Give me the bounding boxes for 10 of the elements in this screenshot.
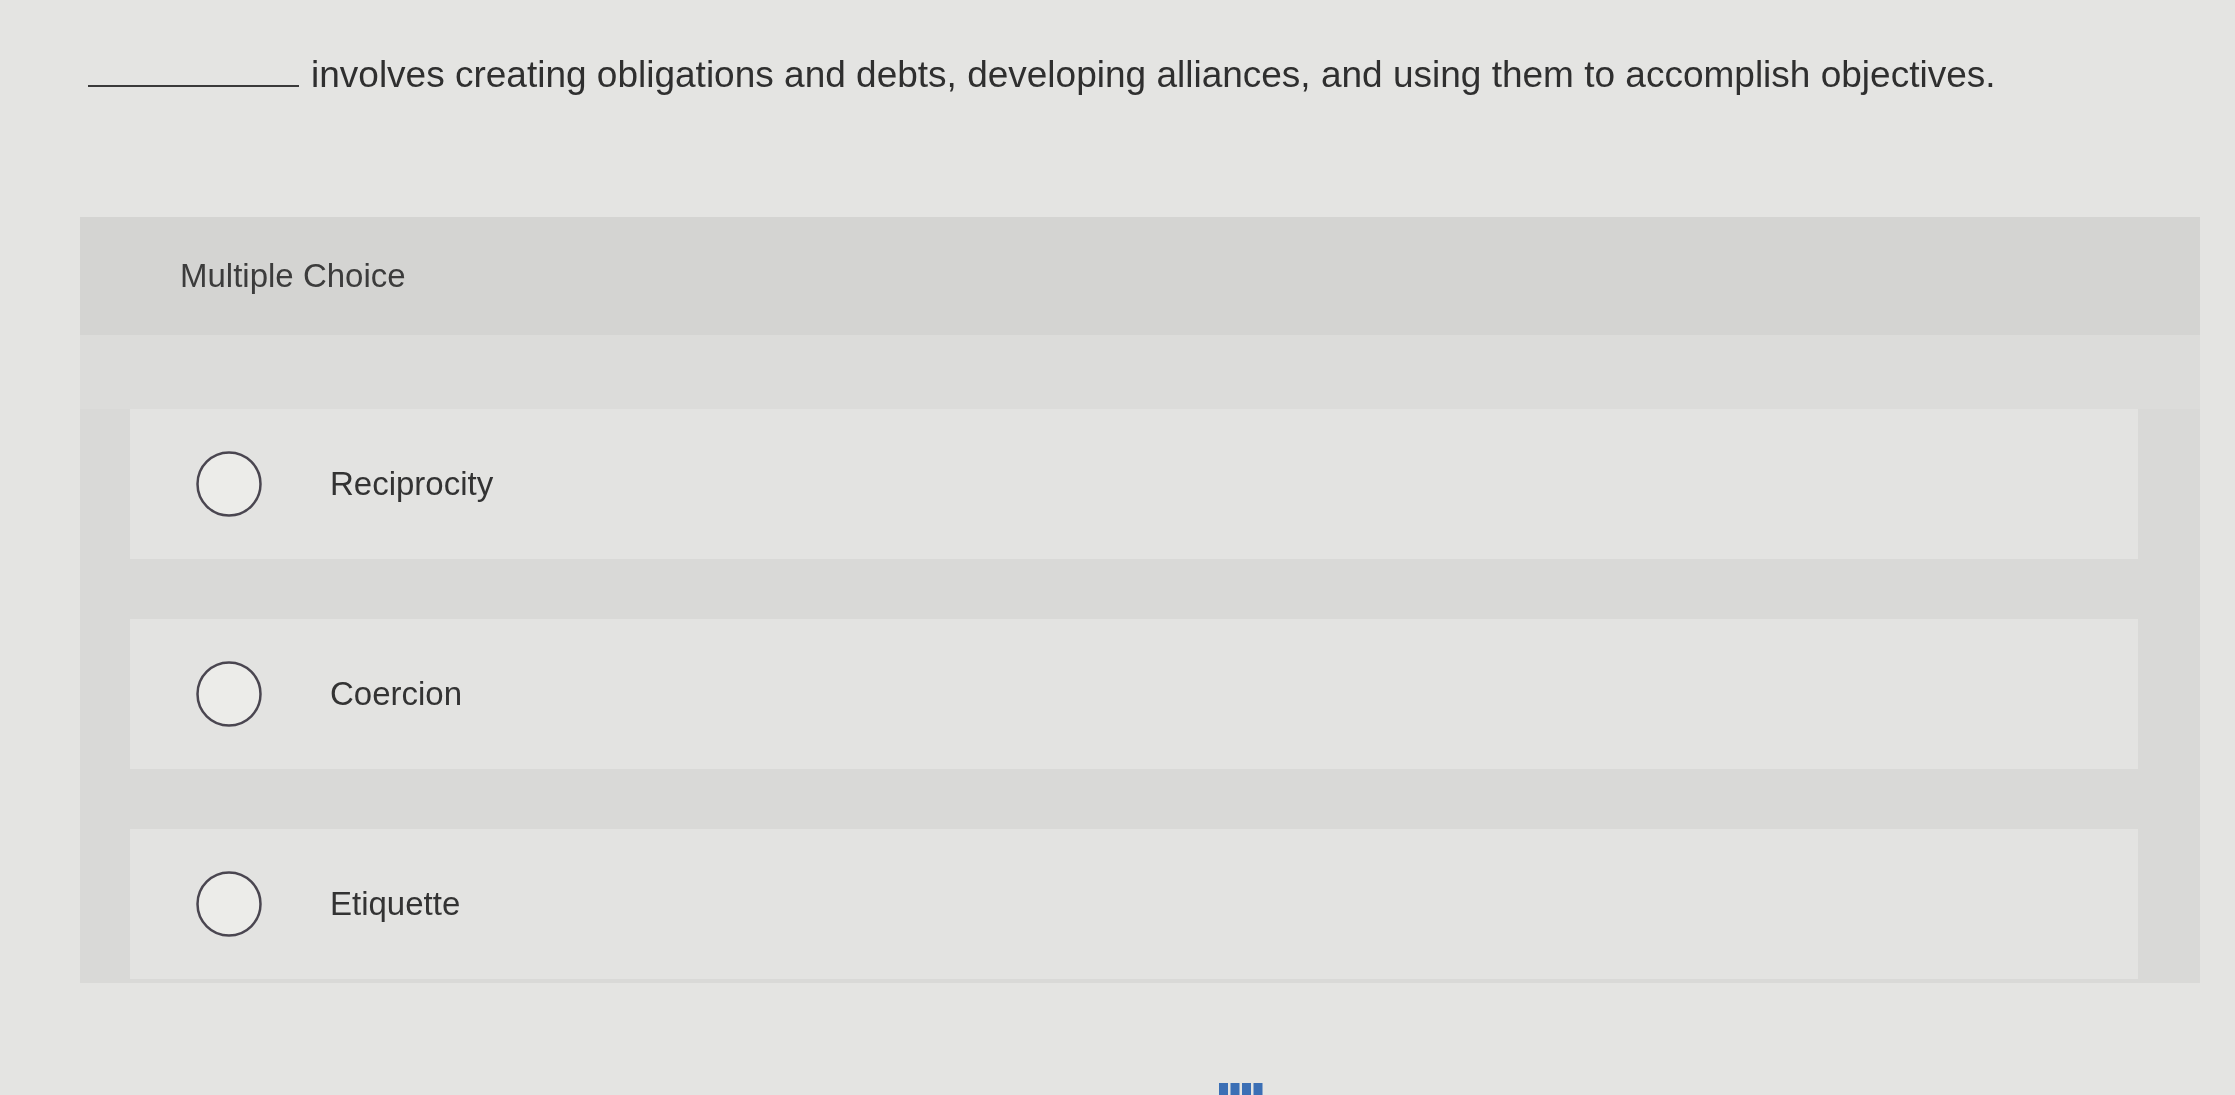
- answer-option[interactable]: Etiquette: [130, 829, 2138, 979]
- question-text: involves creating obligations and debts, developing alliances, and using them to accomplish objectives.: [311, 54, 1996, 96]
- question-type-label: Multiple Choice: [180, 257, 406, 295]
- answer-option[interactable]: Coercion: [130, 619, 2138, 769]
- radio-button[interactable]: [196, 451, 262, 517]
- fill-in-line[interactable]: [88, 83, 299, 87]
- tile-icon: [1219, 1083, 1263, 1095]
- answer-option[interactable]: Reciprocity: [130, 409, 2138, 559]
- radio-button[interactable]: [196, 661, 262, 727]
- radio-button[interactable]: [196, 871, 262, 937]
